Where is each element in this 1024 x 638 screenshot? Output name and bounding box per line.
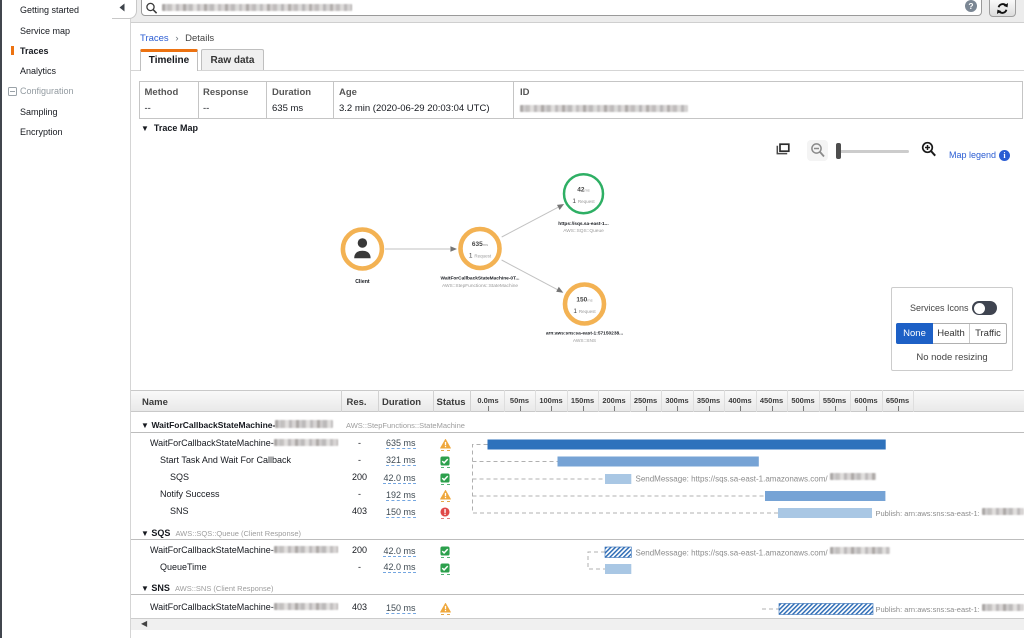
- svg-text:635ms: 635ms: [472, 241, 488, 248]
- svg-text:SendMessage: https://sqs.sa-ea: SendMessage: https://sqs.sa-east-1.amazo…: [636, 475, 829, 484]
- svg-text:150ms: 150ms: [576, 297, 592, 304]
- svg-text:SendMessage: https://sqs.sa-ea: SendMessage: https://sqs.sa-east-1.amazo…: [636, 549, 829, 558]
- svg-text:AWS::StepFunctions::StateMachi: AWS::StepFunctions::StateMachine: [442, 283, 518, 289]
- svg-text:AWS::SQS::Queue: AWS::SQS::Queue: [563, 228, 604, 234]
- svg-text:WaitForCallbackStateMachine-0T: WaitForCallbackStateMachine-0T...: [441, 276, 520, 282]
- svg-text:Publish: arn:aws:sns:sa-east-1: Publish: arn:aws:sns:sa-east-1:: [876, 509, 980, 518]
- svg-text:1 Request: 1 Request: [572, 198, 595, 205]
- svg-text:42ms: 42ms: [577, 187, 590, 194]
- svg-text:Client: Client: [355, 279, 370, 285]
- svg-text:1 Request: 1 Request: [469, 253, 492, 260]
- svg-text:1 Request: 1 Request: [573, 308, 596, 315]
- svg-text:https://sqs.sa-east-1...: https://sqs.sa-east-1...: [558, 221, 608, 227]
- svg-text:arn:aws:sns:sa-east-1:57150238: arn:aws:sns:sa-east-1:57150238...: [546, 331, 623, 337]
- svg-text:AWS::SNS: AWS::SNS: [573, 338, 596, 344]
- svg-text:Publish: arn:aws:sns:sa-east-1: Publish: arn:aws:sns:sa-east-1:: [876, 605, 980, 614]
